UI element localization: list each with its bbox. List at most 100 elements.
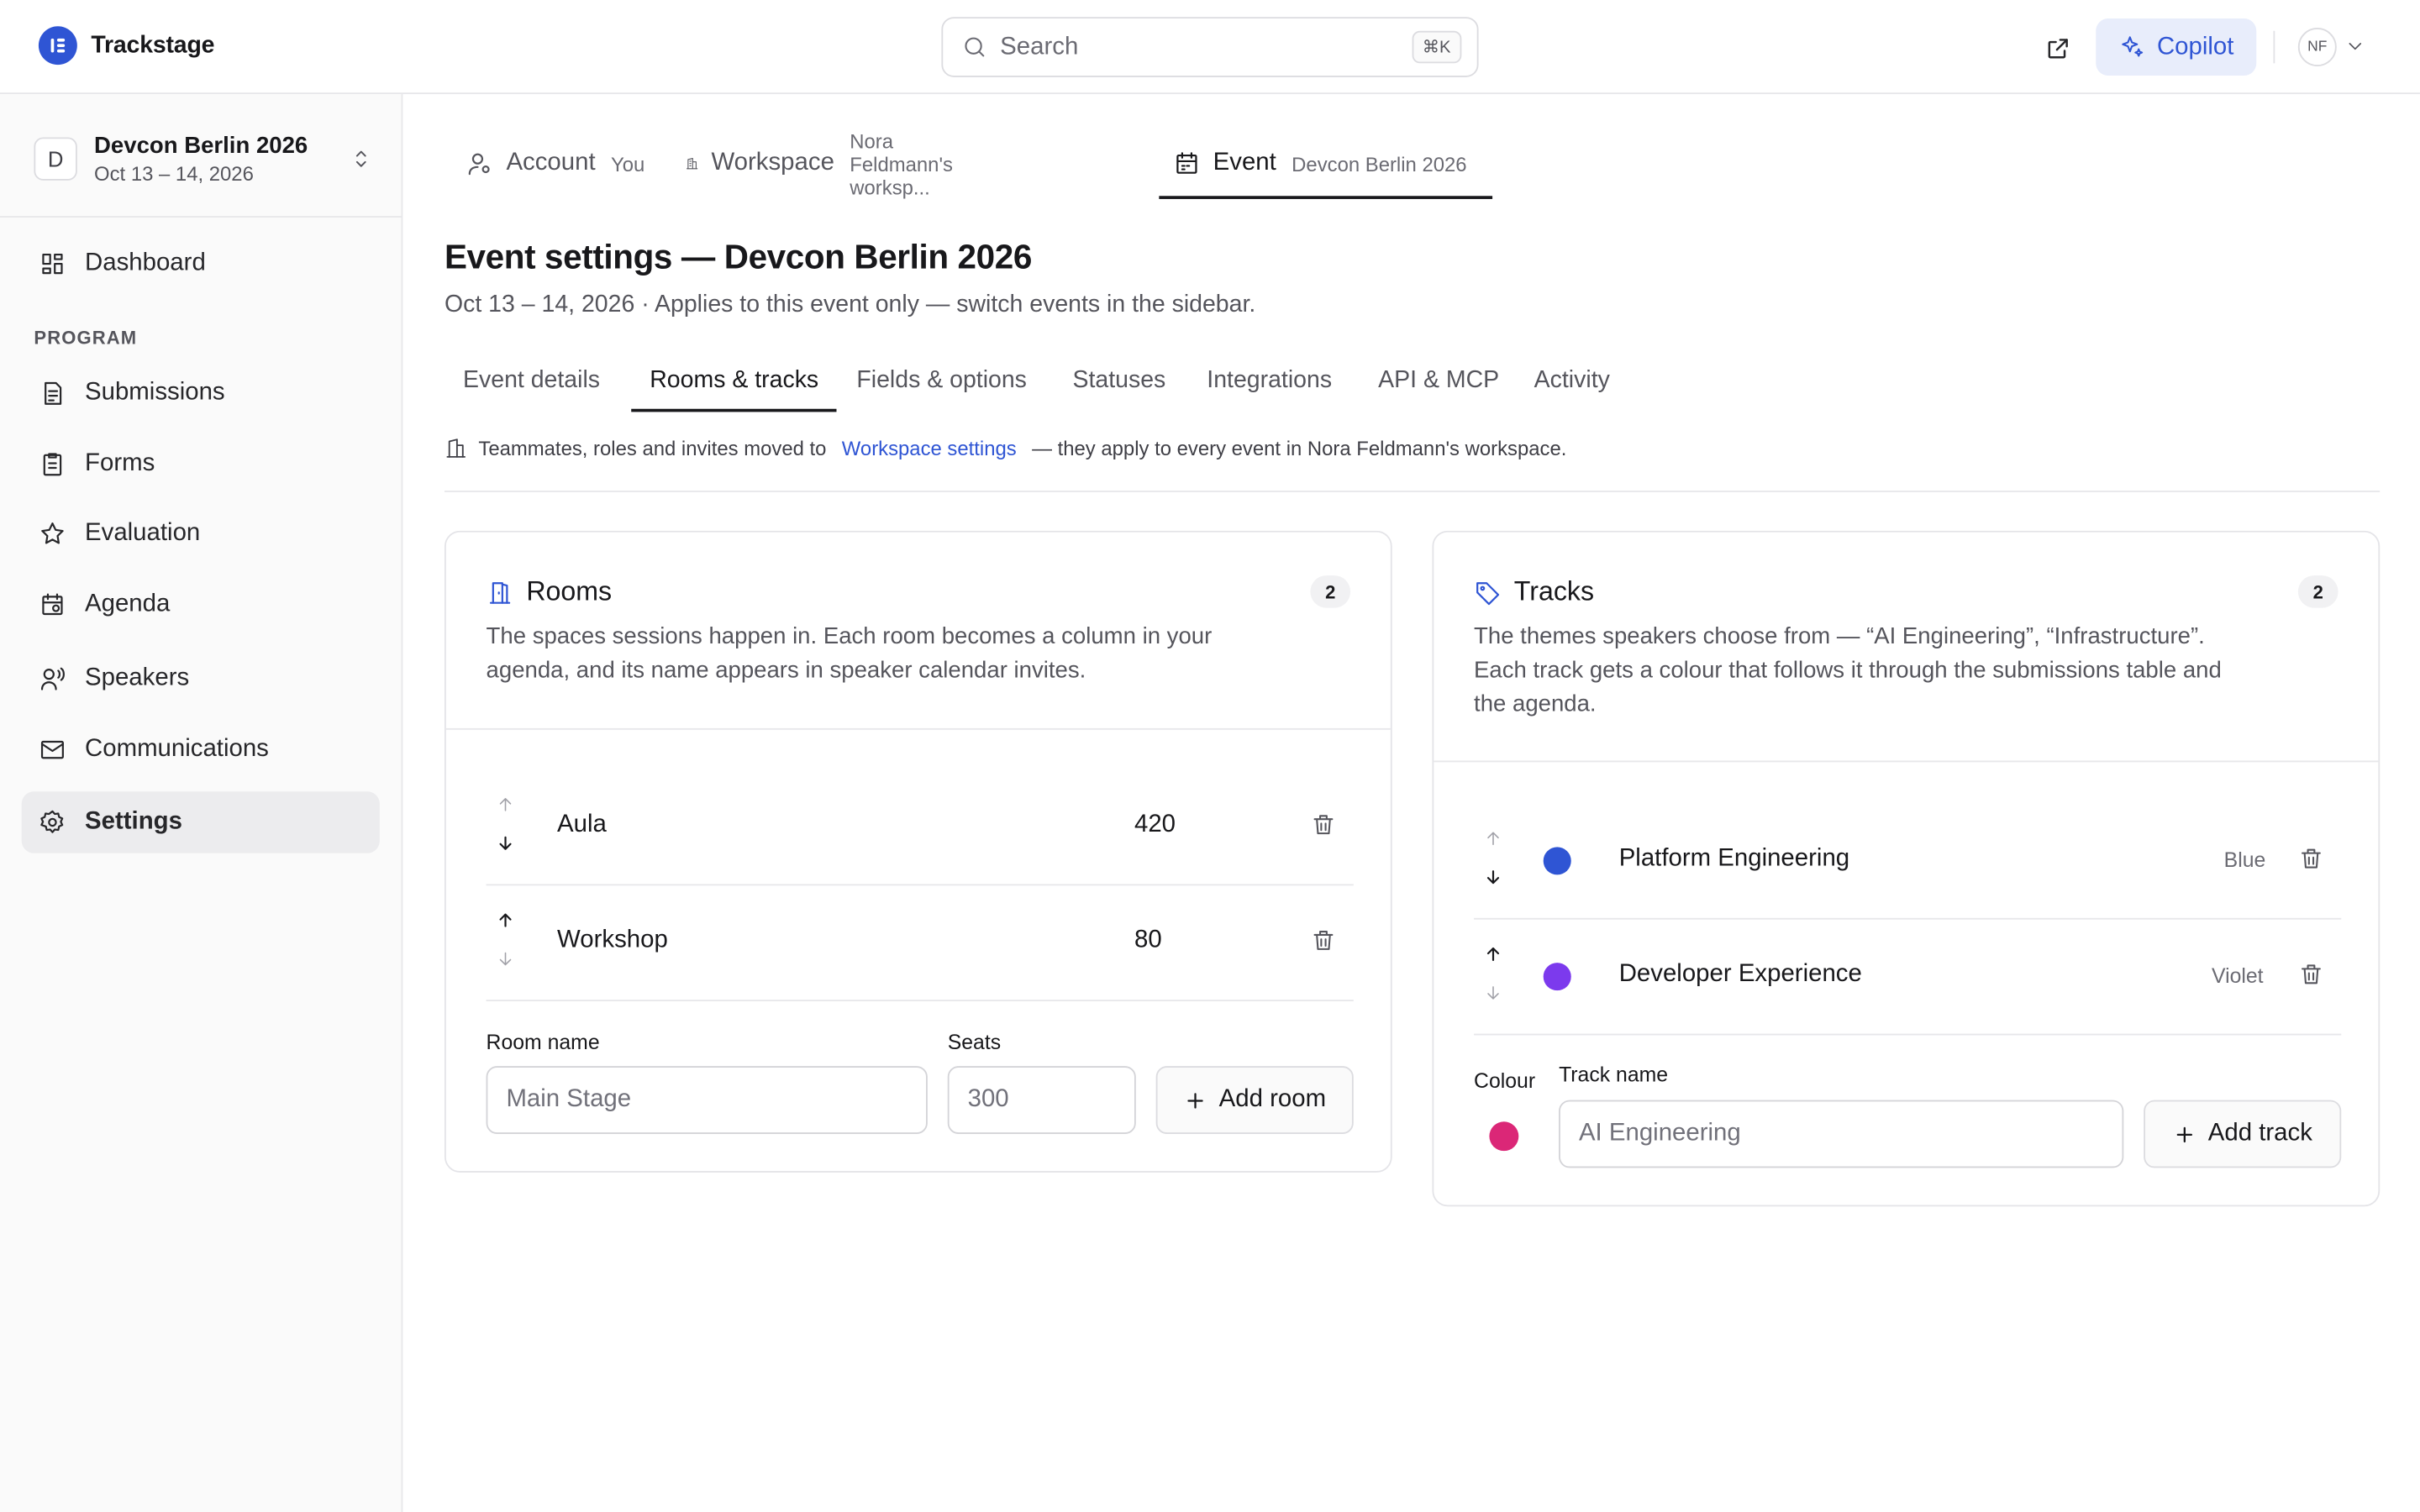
room-seats[interactable]: 80 [1134, 927, 1162, 955]
sidebar-item-dashboard[interactable]: Dashboard [22, 233, 380, 294]
seats-input[interactable]: 300 [947, 1066, 1136, 1134]
tracks-count-badge: 2 [2297, 575, 2338, 608]
rooms-description-line: The spaces sessions happen in. Each room… [486, 623, 1213, 650]
avatar[interactable]: NF [2297, 28, 2337, 66]
sidebar-item-label: Evaluation [85, 519, 201, 547]
brand[interactable]: Trackstage [38, 26, 215, 66]
sidebar-item-speakers[interactable]: Speakers [22, 648, 380, 709]
new-track-colour-picker[interactable] [1489, 1121, 1519, 1152]
add-track-label: Add track [2207, 1120, 2312, 1147]
event-switcher[interactable]: D Devcon Berlin 2026 Oct 13 – 14, 2026 [34, 128, 373, 189]
sidebar-item-label: Forms [85, 450, 155, 477]
event-badge: D [34, 137, 77, 181]
sidebar-item-forms[interactable]: Forms [22, 433, 380, 495]
mail-icon [40, 740, 64, 759]
move-down-button[interactable] [492, 830, 517, 856]
track-colour-swatch[interactable] [1543, 847, 1571, 875]
user-key-icon [468, 153, 490, 176]
tab-label: Workspace [711, 150, 834, 176]
sidebar-item-communications[interactable]: Communications [22, 719, 380, 780]
tracks-title: Tracks [1513, 575, 1595, 606]
tab-activity[interactable]: Activity [1516, 350, 1628, 412]
tab-rooms-tracks[interactable]: Rooms & tracks [631, 350, 838, 412]
chevron-down-icon[interactable] [2344, 35, 2366, 57]
room-row: Workshop 80 [486, 885, 1354, 1002]
add-room-button[interactable]: Add room [1155, 1066, 1354, 1134]
sidebar-item-submissions[interactable]: Submissions [22, 363, 380, 424]
move-up-button[interactable] [492, 907, 517, 933]
tracks-description-line: Each track gets a colour that follows it… [1474, 657, 2222, 684]
room-name-label: Room name [486, 1030, 600, 1054]
sidebar-item-agenda[interactable]: Agenda [22, 574, 380, 635]
move-down-button[interactable] [492, 946, 517, 972]
tracks-description: The themes speakers choose from — “AI En… [1474, 620, 2222, 722]
move-up-button[interactable] [492, 791, 517, 817]
forms-icon [43, 453, 62, 476]
sidebar-item-evaluation[interactable]: Evaluation [22, 503, 380, 564]
tab-integrations[interactable]: Integrations [1188, 350, 1350, 412]
track-name-input[interactable]: AI Engineering [1559, 1100, 2124, 1168]
trash-icon [1313, 931, 1334, 950]
move-down-button[interactable] [1480, 864, 1504, 890]
tab-event[interactable]: Event Devcon Berlin 2026 [1159, 129, 1493, 199]
tab-label: Event [1213, 150, 1276, 176]
track-row: Developer Experience Violet [1474, 920, 2342, 1036]
rooms-card: Rooms 2 The spaces sessions happen in. E… [444, 530, 1392, 1173]
search-input[interactable]: Search [1000, 33, 1399, 60]
move-up-button[interactable] [1480, 826, 1504, 852]
track-colour-swatch[interactable] [1543, 963, 1571, 991]
tag-icon [1476, 581, 1500, 605]
sidebar-item-settings[interactable]: Settings [21, 791, 380, 853]
move-up-button[interactable] [1480, 941, 1504, 967]
sidebar-item-label: Communications [85, 736, 269, 763]
sidebar-item-label: Settings [85, 808, 182, 835]
top-bar: Trackstage Search ⌘K Copilot NF [0, 0, 2420, 95]
search-shortcut: ⌘K [1411, 30, 1462, 64]
notice-text-before: Teammates, roles and invites moved to [478, 436, 827, 460]
tab-api-mcp[interactable]: API & MCP [1360, 350, 1518, 412]
app-name: Trackstage [91, 31, 215, 58]
tab-event-details[interactable]: Event details [445, 350, 618, 412]
event-name: Devcon Berlin 2026 [94, 132, 308, 160]
room-name[interactable]: Workshop [557, 927, 668, 955]
workspace-settings-link[interactable]: Workspace settings [842, 437, 1017, 460]
room-seats[interactable]: 420 [1134, 811, 1176, 839]
delete-track-button[interactable] [2298, 961, 2324, 987]
colour-label: Colour [1474, 1068, 1536, 1093]
delete-room-button[interactable] [1310, 811, 1336, 837]
card-divider [445, 727, 1391, 730]
tab-statuses[interactable]: Statuses [1054, 350, 1184, 412]
dashboard-icon [42, 253, 63, 275]
delete-track-button[interactable] [2298, 846, 2324, 872]
tab-workspace[interactable]: Workspace Nora Feldmann's worksp... [685, 129, 966, 198]
nav-section-program: PROGRAM [34, 327, 138, 349]
external-link-icon [2047, 38, 2067, 58]
notice-text-after: — they apply to every event in Nora Feld… [1032, 436, 1567, 460]
sidebar-item-label: Speakers [85, 664, 190, 691]
search-box[interactable]: Search ⌘K [941, 17, 1479, 77]
room-name-input[interactable]: Main Stage [486, 1066, 928, 1134]
track-name[interactable]: Developer Experience [1619, 961, 1862, 989]
copilot-button[interactable]: Copilot [2096, 18, 2257, 76]
header-divider [2273, 30, 2275, 64]
room-name[interactable]: Aula [557, 811, 607, 839]
star-icon [41, 522, 64, 544]
tab-account[interactable]: Account You [466, 129, 644, 197]
move-down-button[interactable] [1480, 979, 1504, 1005]
track-name[interactable]: Platform Engineering [1619, 846, 1849, 874]
sidebar-divider [0, 216, 402, 218]
delete-room-button[interactable] [1310, 927, 1336, 953]
tracks-description-line: the agenda. [1474, 690, 1597, 718]
add-track-button[interactable]: Add track [2144, 1100, 2342, 1168]
page-subtitle: Oct 13 – 14, 2026 · Applies to this even… [444, 291, 1256, 318]
tracks-description-line: The themes speakers choose from — “AI En… [1474, 623, 2205, 650]
door-icon [489, 581, 511, 603]
tab-fields-options[interactable]: Fields & options [838, 350, 1045, 412]
copilot-label: Copilot [2156, 33, 2234, 60]
sidebar-item-label: Agenda [85, 591, 171, 617]
rooms-description: The spaces sessions happen in. Each room… [487, 620, 1213, 688]
open-external-button[interactable] [2040, 31, 2074, 65]
divider [444, 491, 2381, 492]
arrow-up-icon [1486, 947, 1499, 962]
arrow-up-icon [1486, 832, 1498, 846]
